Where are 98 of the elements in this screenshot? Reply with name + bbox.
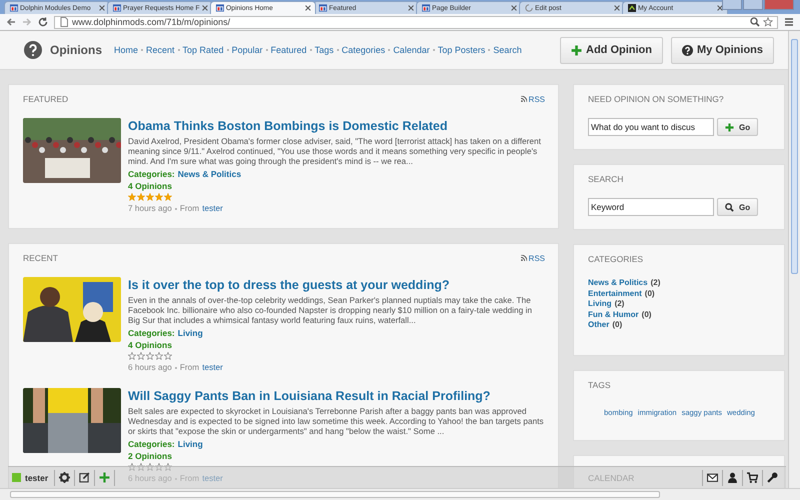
user-icon[interactable] [727,472,738,483]
post-time: 6 hours ago [128,361,172,374]
address-bar[interactable]: www.dolphinmods.com/71b/m/opinions/ [54,16,778,28]
panel-heading: SEARCH [588,174,624,184]
go-button[interactable]: Go [717,198,758,216]
menu-icon[interactable] [784,17,794,27]
scrollbar[interactable] [0,488,800,500]
category-link[interactable]: Living [178,327,203,339]
category-link[interactable]: Entertainment [588,288,642,299]
nav-link[interactable]: Calendar [393,45,430,55]
plus-icon [571,44,582,56]
opinions-count[interactable]: 4 Opinions [128,339,545,351]
help-icon [682,44,693,56]
article-title[interactable]: Will Saggy Pants Ban in Louisiana Result in Racial Profiling? [128,389,545,403]
account-icon [628,4,636,12]
rss-link[interactable]: RSS [520,94,545,104]
category-link[interactable]: Living [588,299,612,310]
panel-heading: CALENDAR [588,472,634,482]
rss-icon [520,96,527,102]
category-count: (2) [650,278,660,288]
panel-heading: NEED OPINION ON SOMETHING? [588,94,724,104]
category-link[interactable]: Other [588,320,610,330]
from-label: From [180,202,200,215]
site-icon [216,4,224,12]
nav-link[interactable]: Popular [232,45,263,55]
page-icon [59,17,69,27]
close-icon[interactable] [305,5,311,11]
gear-icon[interactable] [59,472,70,483]
mail-icon[interactable] [707,472,718,483]
category-count: (0) [612,320,622,330]
close-icon[interactable] [99,5,105,11]
nav-link[interactable]: Search [493,45,522,55]
status-icon [12,473,21,482]
loading-icon [525,4,533,12]
plus-icon [725,122,734,132]
close-icon[interactable] [614,5,620,11]
section-heading: FEATURED [23,94,68,104]
question-field[interactable]: What do you want to discus [588,118,714,136]
category-count: (0) [642,310,652,320]
article-title[interactable]: Obama Thinks Boston Bombings is Domestic Related [128,119,545,133]
category-label: Categories: [128,168,175,180]
search-field[interactable]: Keyword [588,198,714,216]
add-button[interactable]: Add Opinion [560,36,663,64]
nav-link[interactable]: Categories [342,45,386,55]
panel-heading: CATEGORIES [588,254,644,264]
site-icon [422,4,430,12]
category-count: (2) [614,299,624,310]
scroll-thumb[interactable] [10,491,660,498]
scrollbar[interactable] [788,31,800,488]
category-label: Categories: [128,438,175,450]
search-icon [725,202,734,212]
from-label: From [180,361,200,374]
zoom-icon[interactable] [750,17,760,27]
category-link[interactable]: Living [178,438,203,450]
post-time: 7 hours ago [128,202,172,215]
star-icon[interactable] [763,17,773,27]
nav-link[interactable]: Top Rated [182,45,224,55]
page-title: Opinions [50,43,102,57]
site-icon [319,4,327,12]
category-link[interactable]: News & Politics [178,168,242,180]
reload-icon[interactable] [38,17,48,27]
article-title[interactable]: Is it over the top to dress the guests at your wedding? [128,278,545,292]
scroll-thumb[interactable] [791,39,798,274]
site-icon [113,4,121,12]
category-label: Categories: [128,327,175,339]
section-heading: RECENT [23,253,58,263]
edit-icon[interactable] [79,472,90,483]
go-button[interactable]: Go [717,118,758,136]
category-count: (0) [644,288,655,299]
nav-link[interactable]: Top Posters [438,45,486,55]
author-link[interactable]: tester [202,202,223,215]
cart-icon[interactable] [747,472,758,483]
opinions-count[interactable]: 4 Opinions [128,180,545,192]
help-icon [24,41,42,59]
opinions-count[interactable]: 2 Opinions [128,450,545,462]
category-link[interactable]: Fun & Humor [588,310,639,320]
opinions-button[interactable]: My Opinions [671,36,774,64]
wrench-icon[interactable] [767,472,778,483]
close-icon[interactable] [202,5,208,11]
rss-icon [520,255,527,261]
nav-link[interactable]: Featured [270,45,307,55]
site-icon [10,4,18,12]
article-excerpt: Even in the annals of over-the-top celebrity weddings, Sean Parker's planned nuptials may take the cake. The Facebook Inc. billionaire who also co-founded Napster is dropping nearly $10 million on a fairy-tale wedding in Big Sur that includes a whimsical fantasy world featuring faux ruins, waterfall... [128,295,534,325]
article-excerpt: David Axelrod, President Obama's former close adviser, said, "The word [terrorist attack] has taken on a different meaning since 9/11." Axelrod continued, "You use those words and it means something very specific in people's mind. And I'm sure what was going through the president's mind is -- we rea... [128,136,542,166]
author-link[interactable]: tester [202,361,223,374]
close-icon[interactable] [511,5,517,11]
plus-icon[interactable] [99,472,110,483]
nav-link[interactable]: Home [114,45,138,55]
nav-link[interactable]: Tags [314,45,334,55]
user-name[interactable]: tester [25,472,48,482]
nav-link[interactable]: Recent [146,45,175,55]
close-icon[interactable] [408,5,414,11]
category-link[interactable]: News & Politics [588,278,648,288]
panel-heading: TAGS [588,380,611,390]
rss-link[interactable]: RSS [520,254,545,262]
back-icon[interactable] [6,17,16,27]
close-icon[interactable] [717,5,723,11]
article-excerpt: Belt sales are expected to skyrocket in Louisiana's Terrebonne Parish after a baggy pants ban was approved Wednesday and is expected to be signed into law sometime this week. According to Yahoo! the ban targets pants or skirts that "expose the skin or undergarments" and hang "below the waist." Some ... [128,406,545,436]
